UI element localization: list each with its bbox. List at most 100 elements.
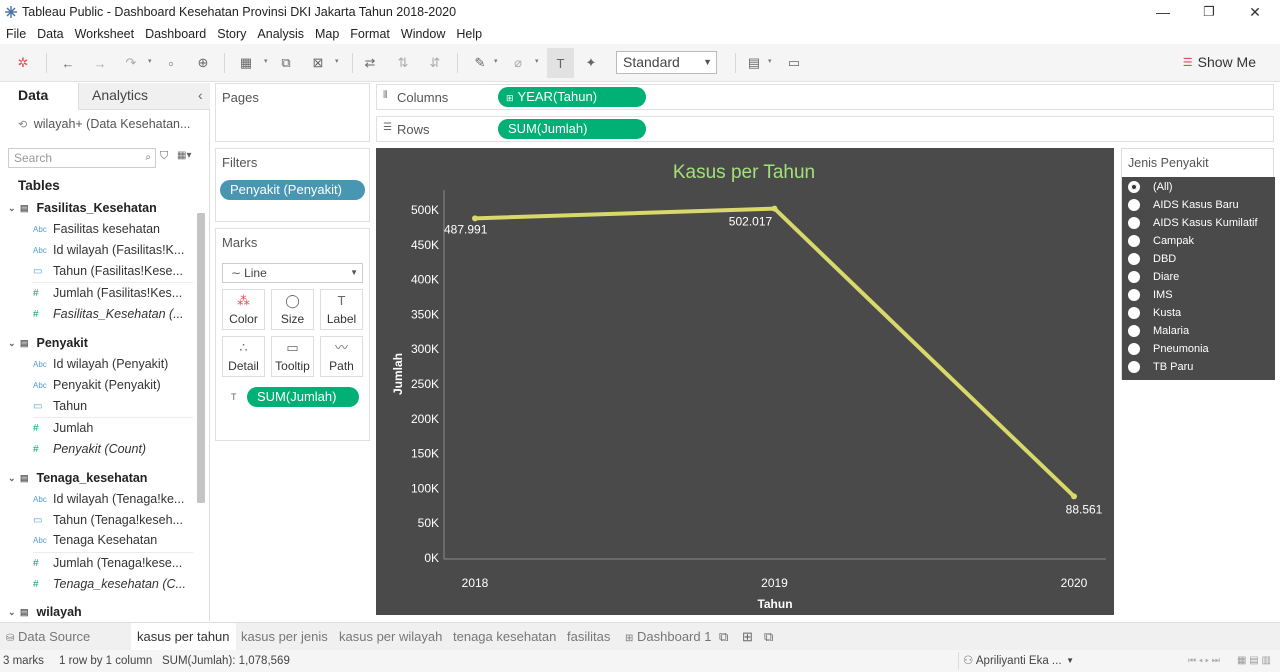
- tab-data-source[interactable]: ⛁ Data Source: [6, 623, 90, 651]
- menu-help[interactable]: Help: [456, 27, 482, 41]
- new-worksheet-icon[interactable]: ▦: [236, 53, 256, 73]
- marks-sum-pill[interactable]: SUM(Jumlah): [247, 387, 359, 407]
- legend-item[interactable]: Kusta: [1128, 307, 1181, 319]
- presentation-icon[interactable]: ▭: [784, 53, 804, 73]
- sheet-tab[interactable]: ⊞ Dashboard 1: [625, 623, 711, 651]
- duplicate-icon[interactable]: ⧉: [276, 53, 296, 73]
- rows-shelf[interactable]: ☰ Rows SUM(Jumlah): [376, 116, 1274, 142]
- datasource-item[interactable]: ⟲ wilayah+ (Data Kesehatan...: [18, 117, 190, 131]
- sheet-nav-icons[interactable]: ⏮ ◂ ▸ ⏭: [1188, 655, 1220, 666]
- radio-icon[interactable]: [1128, 325, 1140, 337]
- field-item[interactable]: # Jumlah: [33, 421, 93, 435]
- field-item[interactable]: Abc Tenaga Kesehatan: [33, 533, 157, 547]
- radio-icon[interactable]: [1128, 199, 1140, 211]
- legend-item[interactable]: Pneumonia: [1128, 343, 1209, 355]
- new-story-icon[interactable]: ⧉: [764, 623, 773, 651]
- save-icon[interactable]: ▫: [161, 53, 181, 73]
- expand-icon[interactable]: ⌄: [8, 203, 20, 214]
- radio-icon[interactable]: [1128, 253, 1140, 265]
- table-fasilitas-kesehatan[interactable]: ⌄ ▤ Fasilitas_Kesehatan: [8, 201, 157, 215]
- menu-file[interactable]: File: [6, 27, 26, 41]
- new-dashboard-icon[interactable]: ⊞: [742, 623, 753, 651]
- table-wilayah[interactable]: ⌄ ▤ wilayah: [8, 605, 82, 619]
- menu-window[interactable]: Window: [401, 27, 445, 41]
- minimize-button[interactable]: —: [1140, 0, 1186, 24]
- legend-item[interactable]: AIDS Kasus Kumilatif: [1128, 217, 1258, 229]
- filters-card[interactable]: Filters Penyakit (Penyakit): [215, 148, 370, 222]
- field-item[interactable]: # Tenaga_kesehatan (C...: [33, 577, 186, 591]
- rows-pill[interactable]: SUM(Jumlah): [498, 119, 646, 139]
- field-item[interactable]: Abc Id wilayah (Penyakit): [33, 357, 168, 371]
- sort-asc-icon[interactable]: ⇅: [393, 53, 413, 73]
- path-button[interactable]: 〰 Path: [320, 336, 363, 377]
- radio-icon[interactable]: [1128, 361, 1140, 373]
- table-penyakit[interactable]: ⌄ ▤ Penyakit: [8, 336, 88, 350]
- label-button[interactable]: T Label: [320, 289, 363, 330]
- show-cards-icon[interactable]: ▤: [744, 53, 764, 73]
- mark-type-select[interactable]: ∼ Line ▼: [222, 263, 363, 283]
- legend-item[interactable]: AIDS Kasus Baru: [1128, 199, 1239, 211]
- sheet-tab[interactable]: kasus per jenis: [241, 623, 328, 651]
- tooltip-button[interactable]: ▭ Tooltip: [271, 336, 314, 377]
- field-item[interactable]: Abc Penyakit (Penyakit): [33, 378, 161, 392]
- field-item[interactable]: Abc Id wilayah (Tenaga!ke...: [33, 492, 184, 506]
- field-item[interactable]: ▭ Tahun: [33, 399, 87, 413]
- columns-shelf[interactable]: ⦀ Columns ⊞ YEAR(Tahun): [376, 84, 1274, 110]
- line-chart[interactable]: Kasus per Tahun 0K 50K 100K 150K 200K 250K 300K…: [376, 148, 1114, 615]
- sheet-tab[interactable]: kasus per tahun: [131, 623, 236, 651]
- view-options-icon[interactable]: ▦▾: [177, 150, 191, 161]
- tab-data[interactable]: Data: [18, 87, 48, 103]
- radio-icon[interactable]: [1128, 343, 1140, 355]
- menu-story[interactable]: Story: [217, 27, 246, 41]
- show-me-button[interactable]: ☰ Show Me: [1183, 54, 1256, 70]
- sheet-tab[interactable]: tenaga kesehatan: [453, 623, 556, 651]
- field-item[interactable]: Abc Id wilayah (Fasilitas!K...: [33, 243, 184, 257]
- chart-area[interactable]: Kasus per Tahun 0K 50K 100K 150K 200K 250K 300K…: [376, 148, 1114, 615]
- sort-desc-icon[interactable]: ⇵: [425, 53, 445, 73]
- radio-icon[interactable]: [1128, 271, 1140, 283]
- maximize-button[interactable]: ❐: [1186, 0, 1232, 24]
- menu-dashboard[interactable]: Dashboard: [145, 27, 206, 41]
- fit-select[interactable]: Standard ▼: [616, 51, 717, 74]
- search-input[interactable]: Search ⌕: [8, 148, 156, 168]
- field-item[interactable]: # Penyakit (Count): [33, 442, 146, 456]
- legend-item[interactable]: IMS: [1128, 289, 1173, 301]
- pages-card[interactable]: Pages: [215, 83, 370, 142]
- show-labels-icon[interactable]: T: [547, 48, 574, 78]
- highlight-icon[interactable]: ✎: [470, 53, 490, 73]
- color-button[interactable]: ⁂ Color: [222, 289, 265, 330]
- new-datasource-icon[interactable]: ⊕: [193, 53, 213, 73]
- scrollbar[interactable]: [197, 213, 205, 503]
- pin-icon[interactable]: ✦: [581, 53, 601, 73]
- menu-map[interactable]: Map: [315, 27, 339, 41]
- group-icon[interactable]: ⌀: [508, 53, 528, 73]
- filter-pill[interactable]: Penyakit (Penyakit): [220, 180, 365, 200]
- filter-icon[interactable]: ⛉: [160, 150, 168, 163]
- legend-item[interactable]: Malaria: [1128, 325, 1189, 337]
- menu-data[interactable]: Data: [37, 27, 63, 41]
- expand-icon[interactable]: ⌄: [8, 473, 20, 484]
- view-mode-icons[interactable]: ▦ ▤ ▥: [1237, 655, 1271, 666]
- legend-item[interactable]: Diare: [1128, 271, 1179, 283]
- radio-icon[interactable]: [1128, 181, 1140, 193]
- legend-item[interactable]: (All): [1128, 181, 1173, 193]
- swap-icon[interactable]: ⇄: [360, 53, 380, 73]
- field-item[interactable]: Abc Fasilitas kesehatan: [33, 222, 160, 236]
- sheet-tab[interactable]: fasilitas: [567, 623, 610, 651]
- table-tenaga-kesehatan[interactable]: ⌄ ▤ Tenaga_kesehatan: [8, 471, 147, 485]
- close-button[interactable]: ✕: [1232, 0, 1278, 24]
- collapse-pane-icon[interactable]: ‹: [198, 87, 203, 103]
- menu-format[interactable]: Format: [350, 27, 390, 41]
- sheet-tab[interactable]: kasus per wilayah: [339, 623, 442, 651]
- expand-icon[interactable]: ⌄: [8, 607, 20, 618]
- detail-button[interactable]: ∴ Detail: [222, 336, 265, 377]
- radio-icon[interactable]: [1128, 235, 1140, 247]
- radio-icon[interactable]: [1128, 307, 1140, 319]
- clear-sheet-icon[interactable]: ⊠: [308, 53, 328, 73]
- new-worksheet-icon[interactable]: ⧉: [719, 623, 728, 651]
- undo-icon[interactable]: ←: [58, 53, 78, 73]
- expand-icon[interactable]: ⌄: [8, 338, 20, 349]
- field-item[interactable]: ▭ Tahun (Tenaga!keseh...: [33, 513, 183, 527]
- legend-item[interactable]: Campak: [1128, 235, 1194, 247]
- tab-analytics[interactable]: Analytics: [92, 87, 148, 103]
